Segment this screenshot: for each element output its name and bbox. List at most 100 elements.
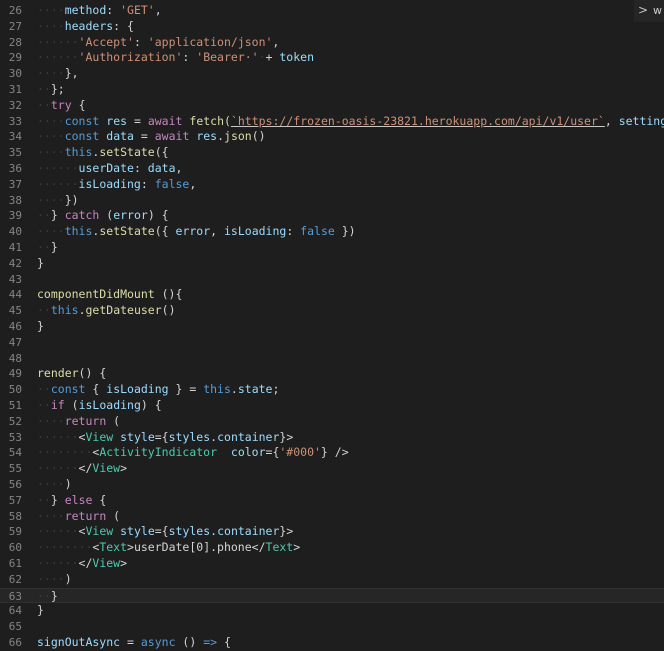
- code-line[interactable]: 57 ··} else {: [0, 493, 664, 509]
- token-punc: },: [64, 66, 79, 81]
- code-line[interactable]: 66 signOutAsync = async () => {: [0, 635, 664, 651]
- token-bool: false: [300, 224, 335, 239]
- code-line[interactable]: 50 ··const { isLoading } = this.state;: [0, 382, 664, 398]
- code-line[interactable]: 61 ······</View>: [0, 556, 664, 572]
- line-number: 42: [8, 256, 22, 270]
- token-punc: ): [64, 477, 72, 491]
- code-text: ······<View style={styles.container}>: [37, 430, 293, 446]
- token-var: userDate: [78, 161, 134, 175]
- token-punc: (){: [154, 287, 183, 302]
- line-number: 66: [8, 636, 22, 649]
- code-text: ····const data = await res.json(): [37, 129, 266, 145]
- line-number: 54: [8, 446, 22, 460]
- line-number: 56: [8, 478, 22, 491]
- line-number: 58: [8, 509, 22, 523]
- token-punc: }: [37, 255, 44, 270]
- line-number: 50: [8, 383, 22, 397]
- token-punc: : {: [113, 18, 134, 33]
- code-line[interactable]: 45 ··this.getDateuser(): [0, 303, 664, 319]
- code-line[interactable]: 38 ····}): [0, 193, 664, 209]
- code-line[interactable]: 40 ····this.setState({ error, isLoading: …: [0, 224, 664, 240]
- token-punc: ): [64, 571, 72, 586]
- token-ctl: if: [50, 398, 65, 412]
- line-number: 64: [8, 604, 22, 618]
- token-punc: >: [293, 540, 301, 555]
- line-number: 26: [8, 4, 22, 17]
- code-line[interactable]: 46}: [0, 319, 664, 335]
- chevron-right-icon[interactable]: >: [638, 3, 648, 17]
- code-text: ········<ActivityIndicator color={'#000'…: [37, 445, 349, 461]
- code-line[interactable]: 29 ······'Authorization': 'Bearer·'·+ tok…: [0, 50, 664, 66]
- code-line[interactable]: 63 ··}: [0, 587, 664, 604]
- token-punc: </: [78, 461, 93, 476]
- code-line[interactable]: 39 ··} catch (error) {: [0, 208, 664, 224]
- token-var: isLoading: [78, 176, 141, 191]
- code-line[interactable]: 27 ····headers: {: [0, 19, 664, 35]
- token-fn: setState: [99, 145, 155, 160]
- code-line[interactable]: 64}: [0, 603, 664, 619]
- code-line[interactable]: 37 ······isLoading: false,: [0, 177, 664, 193]
- code-line[interactable]: 36 ······userDate: data,: [0, 161, 664, 177]
- code-line[interactable]: 35 ····this.setState({: [0, 145, 664, 161]
- code-line[interactable]: 62 ····): [0, 572, 664, 588]
- code-text: ····this.setState({ error, isLoading: fa…: [37, 224, 356, 240]
- line-number: 32: [8, 98, 22, 112]
- overview-widget-label: w: [653, 4, 662, 17]
- code-line[interactable]: 54 ········<ActivityIndicator color={'#00…: [0, 445, 664, 461]
- code-line[interactable]: 41 ··}: [0, 240, 664, 256]
- code-line[interactable]: 44 componentDidMount (){: [0, 287, 664, 303]
- code-line[interactable]: 53 ······<View style={styles.container}>: [0, 430, 664, 446]
- code-line[interactable]: 47: [0, 335, 664, 351]
- code-line[interactable]: 28 ······'Accept': 'application/json',: [0, 35, 664, 51]
- code-text: ······'Authorization': 'Bearer·'·+ token: [37, 50, 314, 66]
- code-line[interactable]: 30 ····},: [0, 66, 664, 82]
- token-fn: getDateuser: [85, 303, 162, 318]
- code-text: ··if (isLoading) {: [37, 398, 162, 414]
- code-line[interactable]: 52 ····return (: [0, 414, 664, 430]
- token-kw: this: [64, 224, 93, 239]
- line-number: 63: [8, 589, 22, 603]
- line-number: 51: [8, 399, 22, 412]
- token-punc: ,: [210, 224, 224, 239]
- code-line[interactable]: 55 ······</View>: [0, 461, 664, 477]
- token-kw: this: [64, 145, 93, 160]
- code-line[interactable]: 59 ······<View style={styles.container}>: [0, 524, 664, 540]
- line-number: 65: [8, 620, 22, 634]
- line-number: 59: [8, 525, 22, 539]
- token-ws: ····: [37, 571, 65, 586]
- code-line[interactable]: 49 render() {: [0, 366, 664, 382]
- line-number: 43: [8, 272, 22, 286]
- code-line[interactable]: 32 ··try {: [0, 98, 664, 114]
- code-line[interactable]: 65: [0, 619, 664, 635]
- code-line[interactable]: 48: [0, 351, 664, 367]
- code-text: ····headers: {: [37, 19, 134, 35]
- token-ws: ····: [37, 508, 65, 523]
- token-punc: :: [140, 176, 155, 191]
- code-line[interactable]: 34 ····const data = await res.json(): [0, 129, 664, 145]
- code-line[interactable]: 51 ··if (isLoading) {: [0, 398, 664, 414]
- code-line[interactable]: 31 ··};: [0, 82, 664, 98]
- code-line[interactable]: 43: [0, 272, 664, 288]
- code-line[interactable]: 60 ········<Text>userDate[0].phone</Text>: [0, 540, 664, 556]
- token-fn: componentDidMount: [37, 287, 155, 302]
- code-text: ··};: [37, 82, 65, 98]
- token-var: state: [237, 382, 273, 397]
- overview-widget-tab[interactable]: > w: [634, 0, 664, 22]
- token-punc: :: [106, 3, 121, 17]
- line-number: 34: [8, 130, 22, 144]
- token-punc: }: [50, 492, 65, 507]
- code-editor[interactable]: 26 ····method: 'GET', 27 ····headers: {28 ··…: [0, 0, 664, 649]
- token-ws: ··: [37, 398, 51, 412]
- code-line[interactable]: 42}: [0, 256, 664, 272]
- token-punc: }>: [279, 524, 294, 539]
- code-line[interactable]: 56 ····): [0, 477, 664, 493]
- code-line[interactable]: 26 ····method: 'GET',: [0, 3, 664, 19]
- code-line[interactable]: 58 ····return (: [0, 509, 664, 525]
- token-comp: ActivityIndicator: [99, 445, 218, 460]
- code-text: }: [37, 319, 44, 335]
- token-comp: Text: [99, 540, 128, 555]
- token-str: 'Authorization': [78, 50, 183, 65]
- token-ws: ······: [37, 556, 79, 570]
- token-punc: :: [133, 161, 148, 175]
- code-line[interactable]: 33 ····const res = await fetch(`https://f…: [0, 114, 664, 130]
